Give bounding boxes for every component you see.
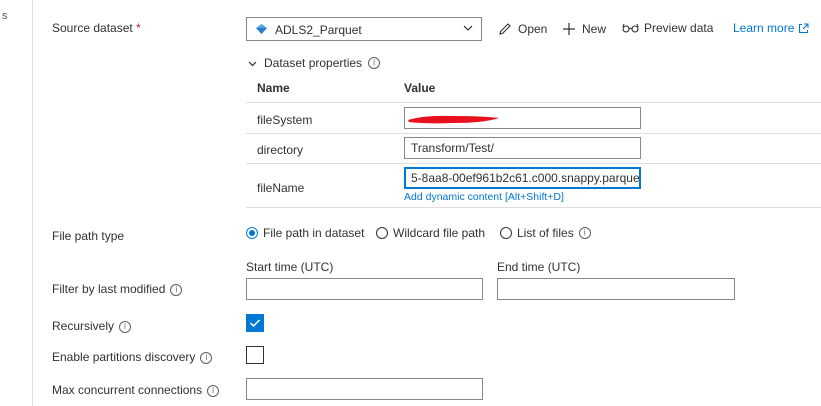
directory-value: Transform/Test/ xyxy=(411,141,494,155)
start-time-input[interactable] xyxy=(246,278,483,300)
source-dataset-value: ADLS2_Parquet xyxy=(275,23,362,37)
left-panel-text: s xyxy=(2,10,8,22)
dataset-icon xyxy=(256,24,267,34)
checkmark-icon xyxy=(249,319,261,328)
radio-list-of-files[interactable]: List of files i xyxy=(500,226,591,240)
chevron-down-icon xyxy=(248,61,257,66)
learn-more-link[interactable]: Learn more xyxy=(733,21,809,35)
recursively-label: Recursively i xyxy=(52,319,132,333)
end-time-label: End time (UTC) xyxy=(497,260,581,274)
column-header-value: Value xyxy=(404,81,436,95)
radio-unselected-icon xyxy=(376,227,388,239)
info-icon[interactable]: i xyxy=(119,321,132,333)
table-row-name: directory xyxy=(257,143,304,157)
table-divider xyxy=(246,207,821,208)
info-icon[interactable]: i xyxy=(170,284,183,296)
new-button[interactable]: New xyxy=(561,21,606,37)
table-divider xyxy=(246,163,821,164)
open-button[interactable]: Open xyxy=(497,21,547,37)
file-path-type-label: File path type xyxy=(52,229,125,243)
column-header-name: Name xyxy=(257,81,290,95)
filter-last-modified-label: Filter by last modified i xyxy=(52,282,183,296)
radio-wildcard-file-path[interactable]: Wildcard file path xyxy=(376,226,485,240)
table-row-name: fileName xyxy=(257,181,305,195)
filter-last-modified-text: Filter by last modified xyxy=(52,282,166,296)
table-row-name: fileSystem xyxy=(257,113,313,127)
info-icon[interactable]: i xyxy=(578,227,591,239)
dataset-properties-toggle[interactable]: Dataset properties i xyxy=(247,56,381,70)
radio-selected-icon xyxy=(246,227,258,239)
directory-input[interactable]: Transform/Test/ xyxy=(404,137,641,159)
filename-value: 5-8aa8-00ef961b2c61.c000.snappy.parquet xyxy=(411,171,641,185)
left-panel-edge: s xyxy=(0,0,33,406)
learn-more-text: Learn more xyxy=(733,21,795,35)
partitions-discovery-label: Enable partitions discovery i xyxy=(52,350,213,364)
add-dynamic-content-link[interactable]: Add dynamic content [Alt+Shift+D] xyxy=(404,191,564,203)
redaction-mark xyxy=(408,115,499,124)
preview-data-button[interactable]: Preview data xyxy=(622,21,713,35)
pencil-icon xyxy=(499,23,511,35)
recursively-text: Recursively xyxy=(52,319,115,333)
dataset-properties-title: Dataset properties xyxy=(264,56,363,70)
plus-icon xyxy=(563,23,575,35)
partitions-discovery-checkbox[interactable] xyxy=(246,346,264,364)
glasses-icon xyxy=(622,23,639,33)
max-connections-text: Max concurrent connections xyxy=(52,383,203,397)
partitions-discovery-text: Enable partitions discovery xyxy=(52,350,196,364)
max-connections-input[interactable] xyxy=(246,378,483,400)
start-time-label: Start time (UTC) xyxy=(246,260,334,274)
radio-file-path-in-dataset[interactable]: File path in dataset xyxy=(246,226,364,240)
external-link-icon xyxy=(799,23,809,33)
filename-input[interactable]: 5-8aa8-00ef961b2c61.c000.snappy.parquet xyxy=(404,167,641,189)
source-dataset-label: Source dataset * xyxy=(52,21,141,35)
info-icon[interactable]: i xyxy=(200,352,213,364)
source-dataset-label-text: Source dataset xyxy=(52,21,133,35)
source-dataset-select[interactable]: ADLS2_Parquet xyxy=(246,17,482,41)
info-icon[interactable]: i xyxy=(368,57,381,69)
new-button-label: New xyxy=(582,22,607,36)
radio-unselected-icon xyxy=(500,227,512,239)
end-time-input[interactable] xyxy=(497,278,735,300)
table-divider xyxy=(246,102,821,103)
radio-label: Wildcard file path xyxy=(393,226,486,240)
required-asterisk: * xyxy=(136,21,141,35)
chevron-down-icon xyxy=(463,25,473,31)
info-icon[interactable]: i xyxy=(207,385,220,397)
preview-data-label: Preview data xyxy=(644,21,714,35)
max-connections-label: Max concurrent connections i xyxy=(52,383,220,397)
open-button-label: Open xyxy=(518,22,548,36)
radio-label: List of files xyxy=(517,226,574,240)
table-divider xyxy=(246,133,821,134)
radio-label: File path in dataset xyxy=(263,226,365,240)
recursively-checkbox[interactable] xyxy=(246,314,264,332)
